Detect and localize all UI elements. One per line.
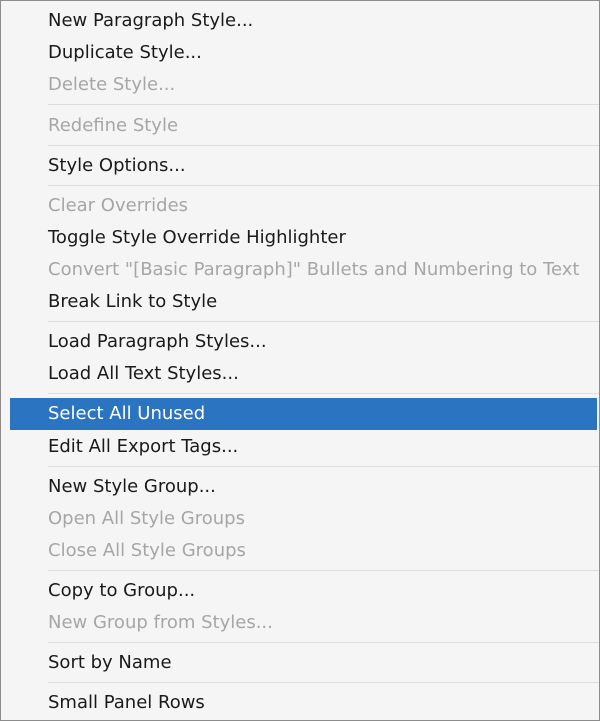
menu-item-sort-by-name[interactable]: Sort by Name (1, 647, 599, 679)
menu-item-delete-style[interactable]: Delete Style... (1, 69, 599, 101)
panel-flyout-menu: New Paragraph Style... Duplicate Style..… (0, 0, 600, 721)
menu-separator (48, 642, 599, 643)
menu-item-copy-to-group[interactable]: Copy to Group... (1, 575, 599, 607)
menu-item-small-panel-rows[interactable]: Small Panel Rows (1, 687, 599, 719)
menu-item-redefine-style[interactable]: Redefine Style (1, 110, 599, 142)
menu-item-convert-bullets-to-text[interactable]: Convert "[Basic Paragraph]" Bullets and … (1, 254, 599, 286)
menu-item-new-style-group[interactable]: New Style Group... (1, 471, 599, 503)
menu-separator (48, 466, 599, 467)
menu-item-load-paragraph-styles[interactable]: Load Paragraph Styles... (1, 326, 599, 358)
menu-separator (48, 321, 599, 322)
menu-item-new-group-from-styles[interactable]: New Group from Styles... (1, 607, 599, 639)
menu-item-close-all-style-groups[interactable]: Close All Style Groups (1, 535, 599, 567)
menu-item-new-paragraph-style[interactable]: New Paragraph Style... (1, 5, 599, 37)
menu-item-open-all-style-groups[interactable]: Open All Style Groups (1, 503, 599, 535)
menu-separator (48, 145, 599, 146)
menu-separator (48, 185, 599, 186)
menu-item-edit-all-export-tags[interactable]: Edit All Export Tags... (1, 431, 599, 463)
menu-item-load-all-text-styles[interactable]: Load All Text Styles... (1, 358, 599, 390)
menu-item-toggle-override-highlighter[interactable]: Toggle Style Override Highlighter (1, 222, 599, 254)
menu-separator (48, 682, 599, 683)
menu-item-select-all-unused[interactable]: Select All Unused (10, 398, 597, 430)
menu-item-style-options[interactable]: Style Options... (1, 150, 599, 182)
menu-item-duplicate-style[interactable]: Duplicate Style... (1, 37, 599, 69)
menu-item-clear-overrides[interactable]: Clear Overrides (1, 190, 599, 222)
menu-separator (48, 393, 599, 394)
menu-separator (48, 570, 599, 571)
menu-separator (48, 104, 599, 105)
menu-item-break-link-to-style[interactable]: Break Link to Style (1, 286, 599, 318)
